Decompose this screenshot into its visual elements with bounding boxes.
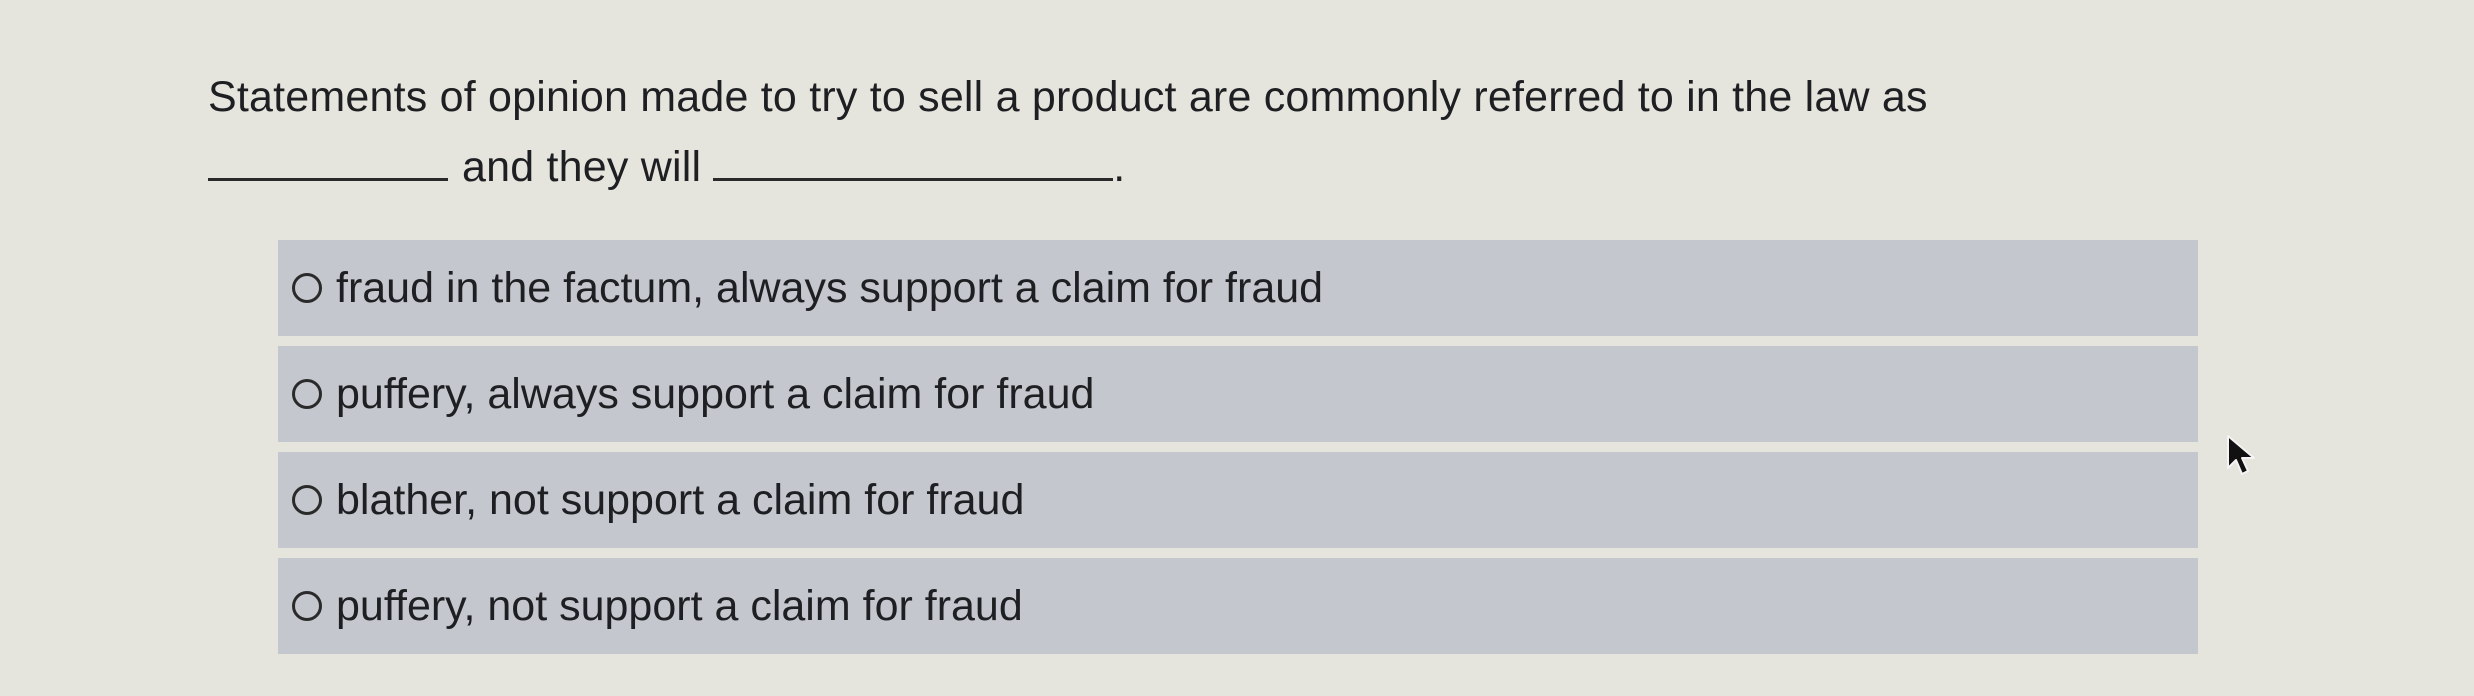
answer-option-label: puffery, not support a claim for fraud xyxy=(336,581,1023,630)
answer-blank-1 xyxy=(208,148,448,181)
answer-option-label: puffery, always support a claim for frau… xyxy=(336,369,1095,418)
answer-option-label: fraud in the factum, always support a cl… xyxy=(336,263,1324,312)
question-text: Statements of opinion made to try to sel… xyxy=(208,62,2108,202)
question-line-2: and they will. xyxy=(208,132,2108,202)
answer-option-2[interactable]: puffery, always support a claim for frau… xyxy=(278,346,2198,442)
question-line-1: Statements of opinion made to try to sel… xyxy=(208,73,1928,121)
radio-circle-icon[interactable] xyxy=(292,379,322,409)
radio-circle-icon[interactable] xyxy=(292,591,322,621)
answer-option-label: blather, not support a claim for fraud xyxy=(336,475,1025,524)
question-connector: and they will xyxy=(462,143,702,191)
answer-blank-2 xyxy=(713,148,1114,181)
answer-option-4[interactable]: puffery, not support a claim for fraud xyxy=(278,558,2198,654)
radio-circle-icon[interactable] xyxy=(292,273,322,303)
answer-option-1[interactable]: fraud in the factum, always support a cl… xyxy=(278,240,2198,336)
answer-option-3[interactable]: blather, not support a claim for fraud xyxy=(278,452,2198,548)
question-period: . xyxy=(1113,143,1126,191)
radio-circle-icon[interactable] xyxy=(292,485,322,515)
answer-options: fraud in the factum, always support a cl… xyxy=(278,240,2198,664)
mouse-pointer-icon xyxy=(2227,435,2255,475)
